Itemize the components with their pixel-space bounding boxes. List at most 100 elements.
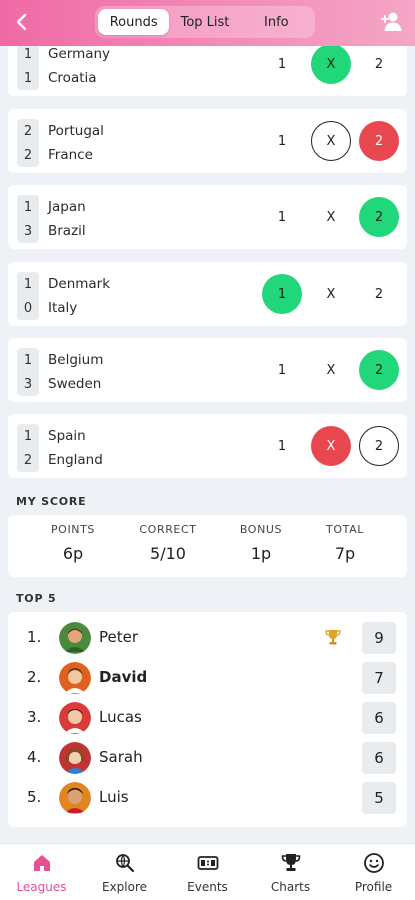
- top5-heading: TOP 5: [16, 592, 57, 605]
- option-x[interactable]: X: [311, 350, 351, 390]
- away-team: Italy: [48, 300, 78, 316]
- option-2[interactable]: 2: [359, 44, 399, 84]
- rank: 3.: [27, 708, 42, 726]
- rank: 5.: [27, 788, 42, 806]
- nav-charts[interactable]: Charts: [249, 844, 332, 900]
- tab-top-list[interactable]: Top List: [169, 9, 240, 35]
- bottom-nav: Leagues Explore Events Charts Profile: [0, 843, 415, 900]
- home-score: 1: [23, 199, 33, 215]
- away-score: 0: [23, 300, 33, 316]
- add-user-icon[interactable]: [379, 9, 405, 35]
- list-item[interactable]: 5. Luis 5: [8, 778, 407, 818]
- option-1[interactable]: 1: [262, 350, 302, 390]
- player-name: Sarah: [99, 748, 143, 766]
- trophy-icon: [281, 854, 300, 871]
- option-1[interactable]: 1: [262, 274, 302, 314]
- option-2[interactable]: 2: [359, 121, 399, 161]
- nav-events[interactable]: Events: [166, 844, 249, 900]
- option-1[interactable]: 1: [262, 426, 302, 466]
- nav-label: Events: [187, 880, 228, 894]
- teams: Germany Croatia: [48, 42, 110, 90]
- stat-label: BONUS: [239, 523, 283, 536]
- home-score: 1: [23, 352, 33, 368]
- option-2[interactable]: 2: [359, 274, 399, 314]
- away-team: Brazil: [48, 223, 86, 239]
- tab-bar: Rounds Top List Info: [95, 6, 315, 38]
- option-2[interactable]: 2: [359, 197, 399, 237]
- score-box: 1 3: [17, 195, 39, 243]
- option-x[interactable]: X: [311, 121, 351, 161]
- stat-label: TOTAL: [326, 523, 364, 536]
- tab-rounds[interactable]: Rounds: [98, 9, 170, 35]
- player-name: Luis: [99, 788, 129, 806]
- away-score: 2: [23, 452, 33, 468]
- rank: 1.: [27, 628, 42, 646]
- option-2[interactable]: 2: [359, 350, 399, 390]
- avatar: [59, 662, 91, 694]
- option-1[interactable]: 1: [262, 197, 302, 237]
- teams: Japan Brazil: [48, 195, 86, 243]
- avatar: [59, 782, 91, 814]
- points-badge: 6: [362, 702, 396, 734]
- stat-value: 1p: [250, 544, 272, 563]
- home-score: 2: [23, 123, 33, 139]
- home-score: 1: [23, 276, 33, 292]
- away-score: 1: [23, 70, 33, 86]
- rank: 4.: [27, 748, 42, 766]
- list-item[interactable]: 4. Sarah 6: [8, 738, 407, 778]
- avatar: [59, 702, 91, 734]
- nav-label: Profile: [354, 880, 393, 894]
- home-team: Germany: [48, 46, 111, 62]
- score-box: 1 1: [17, 42, 39, 90]
- option-1[interactable]: 1: [262, 44, 302, 84]
- nav-explore[interactable]: Explore: [83, 844, 166, 900]
- scoreboard-icon: [197, 856, 218, 870]
- stat-value: 5/10: [150, 544, 186, 563]
- teams: Spain England: [48, 424, 103, 472]
- away-team: Sweden: [48, 376, 102, 392]
- top-bar: Rounds Top List Info: [0, 0, 415, 46]
- away-team: England: [48, 452, 103, 468]
- points-badge: 7: [362, 662, 396, 694]
- away-score: 2: [23, 147, 33, 163]
- my-score-card: POINTS 6p CORRECT 5/10 BONUS 1p TOTAL 7p: [8, 515, 407, 577]
- avatar: [59, 742, 91, 774]
- score-box: 1 3: [17, 348, 39, 396]
- home-icon: [33, 855, 50, 871]
- option-x[interactable]: X: [311, 197, 351, 237]
- trophy-icon: [324, 628, 342, 646]
- nav-label: Charts: [270, 880, 311, 894]
- top5-list: 1. Peter 9 2. David 7 3. Lucas 6 4. Sara…: [8, 612, 407, 827]
- rank: 2.: [27, 668, 42, 686]
- points-badge: 9: [362, 622, 396, 654]
- nav-label: Explore: [101, 880, 148, 894]
- match-card: 1 3 Japan Brazil 1 X 2: [8, 185, 407, 249]
- away-score: 3: [23, 376, 33, 392]
- list-item[interactable]: 1. Peter 9: [8, 618, 407, 658]
- home-score: 1: [23, 428, 33, 444]
- option-x[interactable]: X: [311, 44, 351, 84]
- option-x[interactable]: X: [311, 274, 351, 314]
- option-x[interactable]: X: [311, 426, 351, 466]
- home-team: Spain: [48, 428, 86, 444]
- home-team: Belgium: [48, 352, 104, 368]
- stat-total: TOTAL 7p: [300, 523, 390, 563]
- stat-correct: CORRECT 5/10: [123, 523, 213, 563]
- stat-bonus: BONUS 1p: [216, 523, 306, 563]
- away-team: France: [48, 147, 93, 163]
- away-score: 3: [23, 223, 33, 239]
- teams: Belgium Sweden: [48, 348, 103, 396]
- player-name: Lucas: [99, 708, 142, 726]
- nav-leagues[interactable]: Leagues: [0, 844, 83, 900]
- option-1[interactable]: 1: [262, 121, 302, 161]
- list-item[interactable]: 3. Lucas 6: [8, 698, 407, 738]
- nav-label: Leagues: [16, 880, 67, 894]
- nav-profile[interactable]: Profile: [332, 844, 415, 900]
- my-score-heading: MY SCORE: [16, 495, 87, 508]
- teams: Denmark Italy: [48, 272, 110, 320]
- list-item[interactable]: 2. David 7: [8, 658, 407, 698]
- option-2[interactable]: 2: [359, 426, 399, 466]
- tab-info[interactable]: Info: [241, 9, 312, 35]
- points-badge: 5: [362, 782, 396, 814]
- back-arrow-icon[interactable]: [10, 10, 34, 34]
